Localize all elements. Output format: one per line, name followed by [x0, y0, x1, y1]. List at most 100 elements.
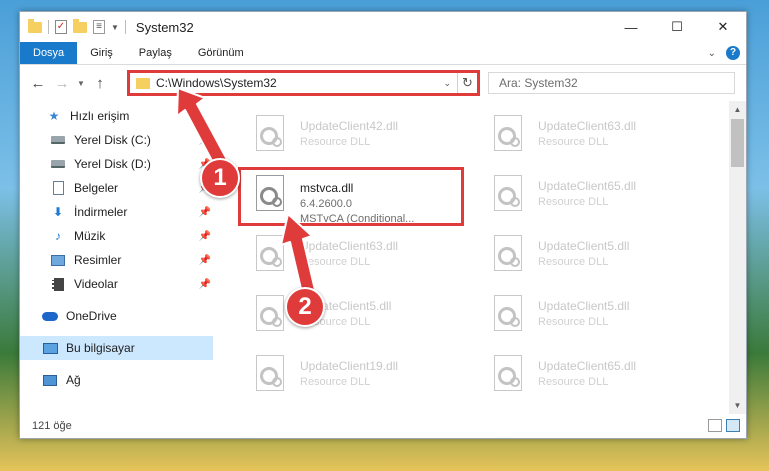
expand-ribbon-icon[interactable]: ⌄ [708, 48, 716, 59]
title-bar: ✓ ≡ ▼ System32 — ☐ ✕ [20, 12, 746, 42]
details-view-icon[interactable] [708, 419, 722, 432]
file-tile[interactable]: UpdateClient5.dll Resource DLL [482, 231, 712, 285]
file-tile[interactable]: UpdateClient5.dll Resource DLL [244, 291, 474, 345]
pin-icon: 📌 [198, 206, 211, 218]
minimize-button[interactable]: — [608, 12, 654, 42]
file-tile[interactable]: UpdateClient5.dll Resource DLL [482, 291, 712, 345]
tab-share[interactable]: Paylaş [126, 42, 185, 64]
dll-file-icon [490, 295, 528, 337]
recent-locations-button[interactable]: ▼ [74, 71, 88, 95]
sidebar-item-videos[interactable]: Videolar 📌 [20, 272, 213, 296]
tab-view[interactable]: Görünüm [185, 42, 257, 64]
customize-icon[interactable]: ≡ [93, 20, 105, 34]
view-switcher [708, 419, 740, 432]
sidebar-item-documents[interactable]: Belgeler 📌 [20, 176, 213, 200]
status-bar: 121 öğe [20, 414, 746, 438]
dll-file-icon [252, 355, 290, 397]
help-icon[interactable]: ? [726, 46, 740, 60]
maximize-button[interactable]: ☐ [654, 12, 700, 42]
dll-file-icon [490, 115, 528, 157]
search-input[interactable]: Ara: System32 [488, 72, 735, 94]
sidebar-item-local-disk-c[interactable]: Yerel Disk (C:) 📌 [20, 128, 213, 152]
file-name: UpdateClient19.dll [300, 359, 399, 373]
vertical-scrollbar[interactable]: ▲ ▼ [729, 101, 746, 414]
file-name: UpdateClient5.dll [538, 239, 630, 253]
sidebar-item-label: Yerel Disk (C:) [74, 133, 151, 147]
file-description: Resource DLL [538, 136, 609, 148]
back-button[interactable]: ← [26, 71, 50, 95]
pin-icon: 📌 [198, 134, 211, 146]
address-path[interactable]: C:\Windows\System32 [156, 76, 277, 90]
file-tile[interactable]: UpdateClient42.dll Resource DLL [244, 111, 474, 165]
dll-file-icon [252, 295, 290, 337]
sidebar-item-label: Belgeler [74, 181, 119, 195]
pin-icon: 📌 [198, 230, 211, 242]
file-description: Resource DLL [538, 376, 609, 388]
sidebar-item-onedrive[interactable]: OneDrive [20, 304, 213, 328]
file-tile[interactable]: UpdateClient65.dll Resource DLL [482, 351, 712, 405]
address-row: ← → ▼ ↑ C:\Windows\System32 ⌄ ↻ Ara: Sys… [20, 68, 746, 98]
file-description: Resource DLL [300, 376, 371, 388]
star-icon: ★ [48, 109, 60, 123]
file-name: UpdateClient63.dll [538, 119, 637, 133]
sidebar-item-label: Videolar [74, 277, 118, 291]
sidebar-item-network[interactable]: Ağ [20, 368, 213, 392]
onedrive-icon [42, 309, 58, 323]
tiles-view-icon[interactable] [726, 419, 740, 432]
up-button[interactable]: ↑ [88, 71, 112, 95]
refresh-button[interactable]: ↻ [457, 73, 477, 93]
drive-icon [50, 133, 66, 147]
pictures-icon [50, 253, 66, 267]
file-tile[interactable]: UpdateClient65.dll Resource DLL [482, 171, 712, 225]
file-description: Resource DLL [300, 136, 371, 148]
sidebar-item-this-pc[interactable]: Bu bilgisayar [20, 336, 213, 360]
divider [124, 20, 126, 34]
drive-icon [50, 157, 66, 171]
download-icon: ⬇ [52, 205, 64, 219]
tab-file[interactable]: Dosya [20, 42, 78, 64]
window-title: System32 [135, 19, 194, 35]
sidebar-item-label: İndirmeler [74, 205, 128, 219]
file-tile[interactable]: UpdateClient63.dll Resource DLL [244, 231, 474, 285]
file-tile[interactable]: UpdateClient19.dll Resource DLL [244, 351, 474, 405]
step-2-badge: 2 [285, 287, 325, 327]
scrollbar-thumb[interactable] [731, 119, 744, 167]
sidebar-item-downloads[interactable]: ⬇ İndirmeler 📌 [20, 200, 213, 224]
this-pc-icon [42, 341, 58, 355]
new-folder-icon[interactable] [73, 18, 87, 33]
file-name: UpdateClient65.dll [538, 179, 637, 193]
quick-access-toolbar: ✓ ≡ ▼ [20, 18, 126, 34]
folder-icon [28, 18, 42, 33]
chevron-down-icon[interactable]: ⌄ [437, 78, 457, 89]
chevron-down-icon[interactable]: ▼ [111, 23, 119, 32]
file-description: Resource DLL [538, 196, 609, 208]
tab-home[interactable]: Giriş [77, 42, 126, 64]
navigation-pane: ★ Hızlı erişim Yerel Disk (C:) 📌 Yerel D… [20, 104, 213, 404]
file-description: Resource DLL [538, 256, 609, 268]
forward-button[interactable]: → [50, 71, 74, 95]
address-bar[interactable]: C:\Windows\System32 ⌄ ↻ [127, 70, 480, 96]
dll-file-icon [252, 115, 290, 157]
sidebar-item-music[interactable]: ♪ Müzik 📌 [20, 224, 213, 248]
properties-icon[interactable]: ✓ [55, 20, 67, 34]
sidebar-item-label: Bu bilgisayar [66, 341, 135, 355]
sidebar-item-label: Ağ [66, 373, 81, 387]
music-icon: ♪ [55, 229, 61, 243]
close-button[interactable]: ✕ [700, 12, 746, 42]
sidebar-item-pictures[interactable]: Resimler 📌 [20, 248, 213, 272]
dll-file-icon [490, 355, 528, 397]
sidebar-item-quick-access[interactable]: ★ Hızlı erişim [20, 104, 213, 128]
highlight-box [238, 167, 464, 226]
window-controls: — ☐ ✕ [608, 12, 746, 42]
scroll-down-icon[interactable]: ▼ [729, 397, 746, 414]
file-tile[interactable]: UpdateClient63.dll Resource DLL [482, 111, 712, 165]
network-icon [42, 373, 58, 387]
scroll-up-icon[interactable]: ▲ [729, 101, 746, 118]
sidebar-item-label: OneDrive [66, 309, 117, 323]
file-name: UpdateClient63.dll [300, 239, 399, 253]
videos-icon [50, 277, 66, 291]
sidebar-item-label: Müzik [74, 229, 106, 243]
file-name: UpdateClient5.dll [538, 299, 630, 313]
pin-icon: 📌 [198, 278, 211, 290]
sidebar-item-local-disk-d[interactable]: Yerel Disk (D:) 📌 [20, 152, 213, 176]
